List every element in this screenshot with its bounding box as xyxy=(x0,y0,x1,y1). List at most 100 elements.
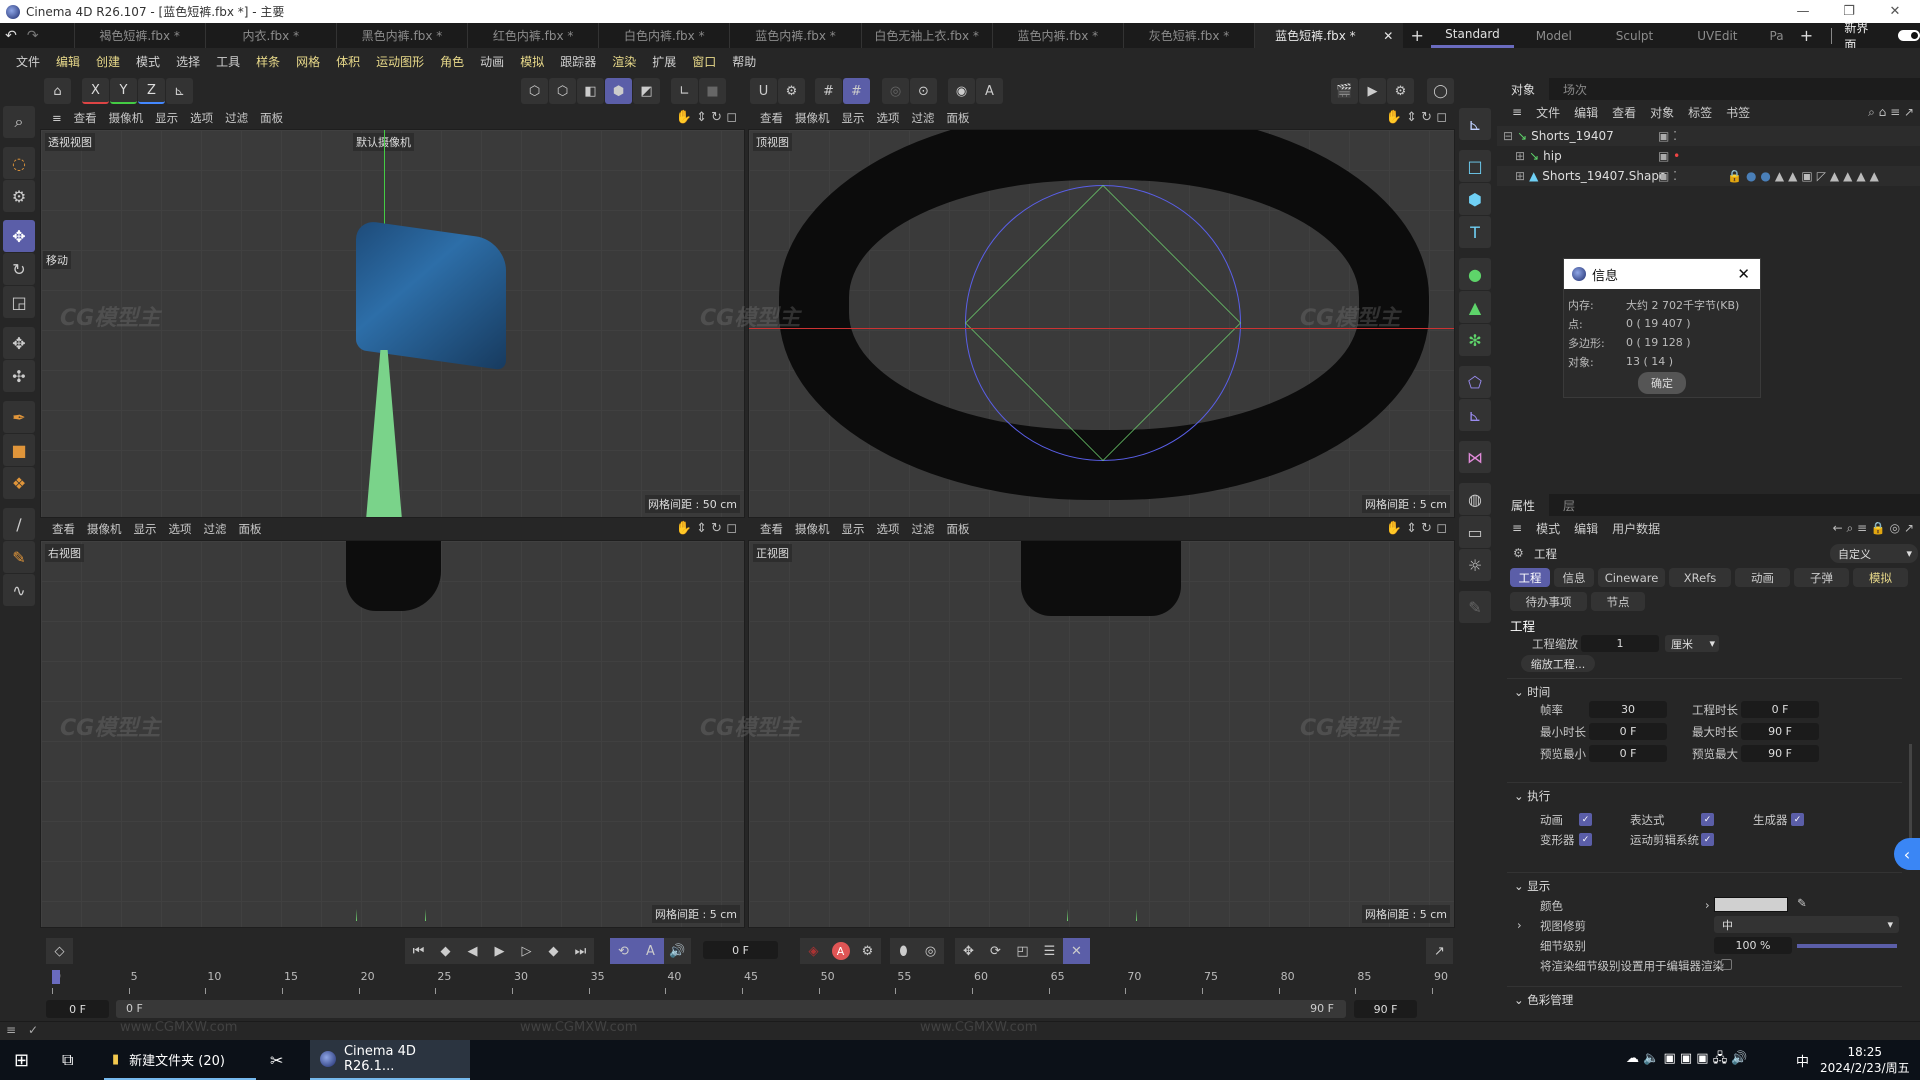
layout-tab-uvedit[interactable]: UVEdit xyxy=(1675,23,1759,48)
camera-icon[interactable]: ▭ xyxy=(1459,516,1491,548)
render-view-icon[interactable]: 🎬 xyxy=(1331,78,1358,104)
vp-menu-camera[interactable]: 摄像机 xyxy=(81,521,128,537)
menu-mograph[interactable]: 运动图形 xyxy=(368,53,432,70)
page-tab-simulation[interactable]: 模拟 xyxy=(1853,568,1908,587)
om-menu-file[interactable]: 文件 xyxy=(1529,104,1567,121)
attr-nav-icons[interactable]: ← ⌕ ≡ 🔒 ◎ ↗ xyxy=(1833,521,1914,536)
vp-menu-view[interactable]: 查看 xyxy=(46,521,81,537)
subdivision-icon[interactable]: ● xyxy=(1459,258,1491,290)
effector-icon[interactable]: ✻ xyxy=(1459,324,1491,356)
status-check-icon[interactable]: ✓ xyxy=(28,1023,38,1037)
clock[interactable]: 18:25 2024/2/23/周五 xyxy=(1820,1040,1910,1080)
uv-mode-icon[interactable]: ◩ xyxy=(633,78,660,104)
vp-menu-options[interactable]: 选项 xyxy=(163,521,198,537)
menu-window[interactable]: 窗口 xyxy=(684,53,724,70)
project-length-input[interactable]: 0 F xyxy=(1741,701,1819,718)
exec-section-header[interactable]: ⌄ 执行 xyxy=(1514,788,1550,804)
rotate-tool-icon[interactable]: ↻ xyxy=(3,253,35,285)
viewport-nav-icons[interactable]: ✋ ⇕ ↻ ◻ xyxy=(1386,521,1447,536)
page-tab-cineware[interactable]: Cineware xyxy=(1598,568,1665,587)
tray-icons[interactable]: ☁ 🔈 ▣ ▣ ▣ 🖧 🔊 xyxy=(1626,1040,1748,1080)
attr-menu-userdata[interactable]: 用户数据 xyxy=(1605,520,1667,537)
axis-mode-icon[interactable]: ∟ xyxy=(671,78,698,104)
object-row[interactable]: ⊟ ↘ Shorts_19407 ▣ ⁚ xyxy=(1497,126,1920,146)
file-tab[interactable]: 白色无袖上衣.fbx * xyxy=(860,23,992,48)
generator-checkbox[interactable]: ✓ xyxy=(1791,813,1804,826)
field-icon[interactable]: ⊾ xyxy=(1459,399,1491,431)
vp-menu-view[interactable]: 查看 xyxy=(754,110,789,126)
menu-select[interactable]: 选择 xyxy=(168,53,208,70)
menu-volume[interactable]: 体积 xyxy=(328,53,368,70)
lock-x-button[interactable]: X xyxy=(82,78,109,104)
texture-mode-icon[interactable]: ■ xyxy=(699,78,726,104)
file-tab[interactable]: 灰色短裤.fbx * xyxy=(1122,23,1254,48)
vp-menu-view[interactable]: 查看 xyxy=(754,521,789,537)
transform-tool-icon[interactable]: ✥ xyxy=(3,327,35,359)
object-row[interactable]: ⊞ ↘ hip ▣ • xyxy=(1497,146,1920,166)
character-icon[interactable]: ⋈ xyxy=(1459,441,1491,473)
taskbar-explorer[interactable]: ▮ 新建文件夹 (20) xyxy=(104,1040,256,1080)
taskbar-cinema4d[interactable]: Cinema 4D R26.1... xyxy=(310,1040,470,1080)
file-tab[interactable]: 蓝色内裤.fbx * xyxy=(729,23,860,48)
viewport-nav-icons[interactable]: ✋ ⇕ ↻ ◻ xyxy=(1386,110,1447,125)
menu-animate[interactable]: 动画 xyxy=(472,53,512,70)
top-viewport[interactable]: 顶视图 网格间距 : 5 cm xyxy=(748,129,1455,518)
brush-icon[interactable]: ∕ xyxy=(3,508,35,540)
file-tab-active[interactable]: 蓝色短裤.fbx * ✕ xyxy=(1254,23,1404,48)
render-settings-icon[interactable]: ⚙ xyxy=(1387,78,1414,104)
om-menu-icon[interactable]: ≡ xyxy=(1505,105,1529,119)
max-time-input[interactable]: 90 F xyxy=(1741,723,1819,740)
om-search-icons[interactable]: ⌕ ⌂ ≡ ↗ xyxy=(1868,105,1914,120)
file-tab[interactable]: 褐色短裤.fbx * xyxy=(73,23,205,48)
collapse-icon[interactable]: ⊟ xyxy=(1503,129,1513,143)
add-layout-icon[interactable]: + xyxy=(1794,26,1820,45)
tab-takes[interactable]: 场次 xyxy=(1549,81,1601,98)
vp-menu-display[interactable]: 显示 xyxy=(128,521,163,537)
om-menu-object[interactable]: 对象 xyxy=(1643,104,1681,121)
snap-icon[interactable]: U xyxy=(750,78,777,104)
environment-icon[interactable]: ◍ xyxy=(1459,483,1491,515)
page-tab-animation[interactable]: 动画 xyxy=(1735,568,1790,587)
om-menu-edit[interactable]: 编辑 xyxy=(1567,104,1605,121)
start-frame-field[interactable]: 0 F xyxy=(46,1000,109,1018)
task-view-icon[interactable]: ⧉ xyxy=(62,1040,73,1080)
move-tool-icon[interactable]: ✥ xyxy=(3,220,35,252)
expand-icon[interactable]: ⊞ xyxy=(1515,169,1525,183)
tweak-icon[interactable]: ⚙ xyxy=(3,180,35,212)
tab-objects[interactable]: 对象 xyxy=(1497,78,1550,100)
om-menu-view[interactable]: 查看 xyxy=(1605,104,1643,121)
page-tab-project[interactable]: 工程 xyxy=(1510,568,1550,587)
vp-menu-filter[interactable]: 过滤 xyxy=(198,521,233,537)
page-tab-nodes[interactable]: 节点 xyxy=(1591,592,1645,611)
snap-settings-icon[interactable]: ⚙ xyxy=(778,78,805,104)
cloner-icon[interactable]: ▲ xyxy=(1459,291,1491,323)
vp-menu-filter[interactable]: 过滤 xyxy=(219,110,254,126)
vp-menu-panel[interactable]: 面板 xyxy=(941,521,976,537)
edges-mode-icon[interactable]: ⬡ xyxy=(549,78,576,104)
preview-min-input[interactable]: 0 F xyxy=(1589,745,1667,762)
time-section-header[interactable]: ⌄ 时间 xyxy=(1514,684,1550,700)
layout-tab-standard[interactable]: Standard xyxy=(1431,23,1514,48)
grid-lock-icon[interactable]: # xyxy=(843,78,870,104)
viewport-menu-icon[interactable]: ≡ xyxy=(46,111,68,125)
render-picture-viewer-icon[interactable]: ▶ xyxy=(1359,78,1386,104)
menu-spline[interactable]: 样条 xyxy=(248,53,288,70)
vp-menu-options[interactable]: 选项 xyxy=(184,110,219,126)
file-tab[interactable]: 红色内裤.fbx * xyxy=(467,23,598,48)
status-menu-icon[interactable]: ≡ xyxy=(6,1023,16,1037)
vp-menu-camera[interactable]: 摄像机 xyxy=(789,521,836,537)
menu-render[interactable]: 渲染 xyxy=(604,53,644,70)
menu-mode[interactable]: 模式 xyxy=(128,53,168,70)
cube-icon[interactable]: ⬢ xyxy=(1459,183,1491,215)
lock-z-button[interactable]: Z xyxy=(138,78,165,104)
coordinate-system-icon[interactable]: ⊾ xyxy=(166,78,193,104)
grid-icon[interactable]: # xyxy=(815,78,842,104)
soft-selection-icon[interactable]: ◎ xyxy=(882,78,909,104)
spline-smooth-icon[interactable]: ∿ xyxy=(3,574,35,606)
front-viewport[interactable]: 正视图 网格间距 : 5 cm xyxy=(748,540,1455,928)
sketch-icon[interactable]: ✎ xyxy=(3,541,35,573)
layout-tab-sculpt[interactable]: Sculpt xyxy=(1594,23,1675,48)
visibility-dots-icon[interactable]: ▣ • xyxy=(1658,149,1680,163)
end-frame-field[interactable]: 90 F xyxy=(1354,1000,1417,1018)
expand-clip-icon[interactable]: › xyxy=(1517,918,1522,932)
